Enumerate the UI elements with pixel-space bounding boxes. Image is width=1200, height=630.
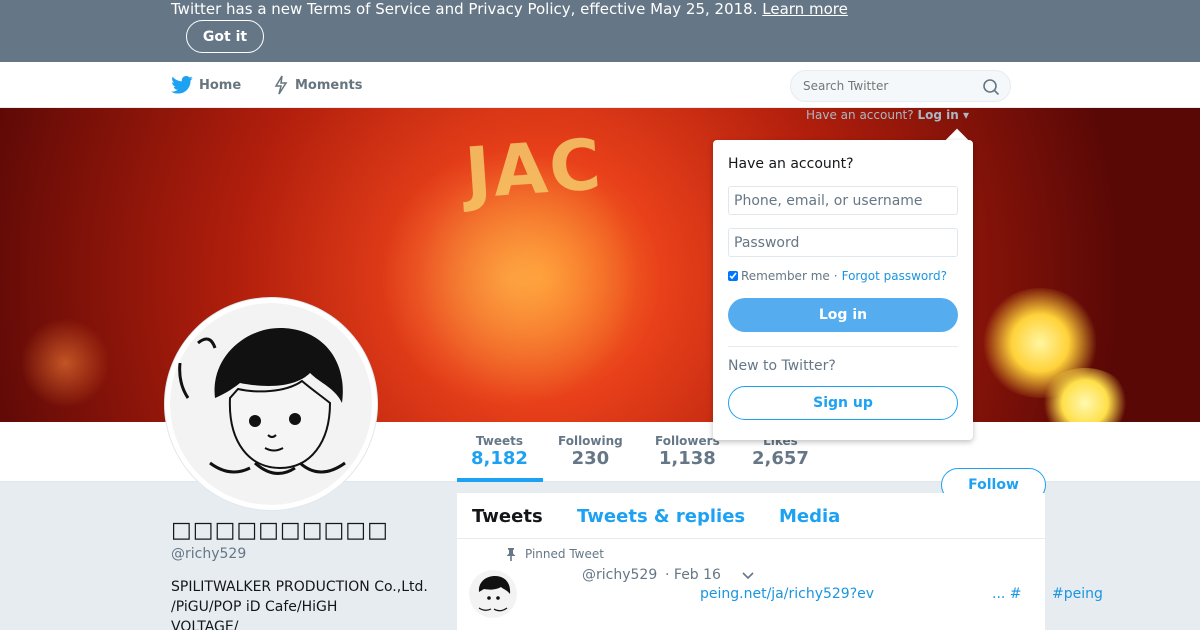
- stat-value: 1,138: [658, 448, 716, 469]
- stage-light: [20, 318, 110, 408]
- forgot-password-link[interactable]: Forgot password?: [842, 269, 947, 283]
- terms-banner: Twitter has a new Terms of Service and P…: [0, 0, 1200, 62]
- search-icon[interactable]: [982, 78, 1000, 96]
- stat-label: Tweets: [475, 434, 524, 448]
- stat-followers[interactable]: Followers 1,138: [655, 434, 720, 469]
- tweet-avatar[interactable]: [469, 570, 517, 618]
- twitter-bird-icon: [171, 76, 193, 94]
- tweet-handle[interactable]: @richy529: [582, 567, 657, 583]
- signup-button[interactable]: Sign up: [728, 386, 958, 420]
- tab-media[interactable]: Media: [779, 506, 840, 527]
- pinned-label-text: Pinned Tweet: [525, 547, 604, 561]
- stat-tweets[interactable]: Tweets 8,182: [471, 434, 528, 469]
- nav-home[interactable]: Home: [171, 62, 241, 108]
- banner-message: Twitter has a new Terms of Service and P…: [171, 0, 848, 18]
- remember-me-label[interactable]: Remember me: [741, 269, 830, 283]
- tab-tweets-replies[interactable]: Tweets & replies: [577, 506, 745, 527]
- bio-line: /PiGU/POP iD Cafe/HiGH: [171, 599, 338, 615]
- separator-dot: ·: [833, 269, 838, 283]
- lightning-icon: [274, 75, 288, 95]
- pinned-tweet-label: Pinned Tweet: [505, 547, 604, 561]
- login-button[interactable]: Log in: [728, 298, 958, 332]
- got-it-button[interactable]: Got it: [186, 20, 264, 53]
- guitar-glow: [380, 148, 640, 408]
- stat-label: Following: [558, 434, 623, 448]
- have-account-text: Have an account?: [806, 108, 914, 122]
- tweet-avatar-illustration: [469, 570, 517, 618]
- stat-label: Followers: [655, 434, 720, 448]
- chevron-down-icon[interactable]: [741, 569, 755, 581]
- banner-text: Twitter has a new Terms of Service and P…: [171, 0, 758, 18]
- login-title: Have an account?: [728, 156, 854, 172]
- top-nav: Home Moments: [0, 62, 1200, 108]
- new-to-twitter-text: New to Twitter?: [728, 358, 836, 374]
- tweet-link[interactable]: peing.net/ja/richy529?ev: [700, 586, 874, 602]
- tweet-hashtag[interactable]: #peing: [1052, 586, 1103, 602]
- stat-value: 230: [571, 448, 610, 469]
- avatar-illustration: [170, 303, 372, 505]
- pin-icon: [506, 547, 516, 561]
- divider: [728, 346, 958, 347]
- remember-me-checkbox[interactable]: [728, 271, 738, 281]
- stat-value: 8,182: [471, 448, 528, 469]
- have-account-prompt: Have an account? Log in ▾: [806, 108, 969, 122]
- tweet-date[interactable]: · Feb 16: [665, 567, 721, 583]
- nav-moments-label: Moments: [295, 77, 363, 93]
- tweet-hashtag[interactable]: ... #: [992, 586, 1022, 602]
- tab-tweets[interactable]: Tweets: [472, 506, 543, 527]
- profile-avatar[interactable]: [165, 298, 377, 510]
- profile-handle[interactable]: @richy529: [171, 546, 246, 562]
- learn-more-link[interactable]: Learn more: [762, 0, 848, 18]
- username-field[interactable]: [728, 186, 958, 215]
- bio-line: VOLTAGE/: [171, 619, 239, 630]
- password-field[interactable]: [728, 228, 958, 257]
- timeline-tabs: Tweets Tweets & replies Media: [457, 493, 1045, 539]
- search-box[interactable]: [790, 70, 1011, 102]
- stat-following[interactable]: Following 230: [558, 434, 623, 469]
- search-input[interactable]: [803, 77, 973, 95]
- login-dropdown: Have an account? Remember me · Forgot pa…: [713, 140, 973, 440]
- active-stat-underline: [457, 478, 543, 482]
- bio-line: SPILITWALKER PRODUCTION Co.,Ltd.: [171, 579, 428, 595]
- timeline: Tweets Tweets & replies Media Pinned Twe…: [457, 493, 1103, 630]
- profile-name: □□□□□□□□□□: [171, 518, 389, 543]
- stat-value: 2,657: [752, 448, 809, 469]
- remember-row: Remember me · Forgot password?: [728, 269, 947, 283]
- login-dropdown-toggle[interactable]: Log in ▾: [917, 108, 969, 122]
- nav-home-label: Home: [199, 77, 242, 93]
- nav-moments[interactable]: Moments: [273, 62, 362, 108]
- profile-bio: SPILITWALKER PRODUCTION Co.,Ltd. /PiGU/P…: [171, 577, 441, 630]
